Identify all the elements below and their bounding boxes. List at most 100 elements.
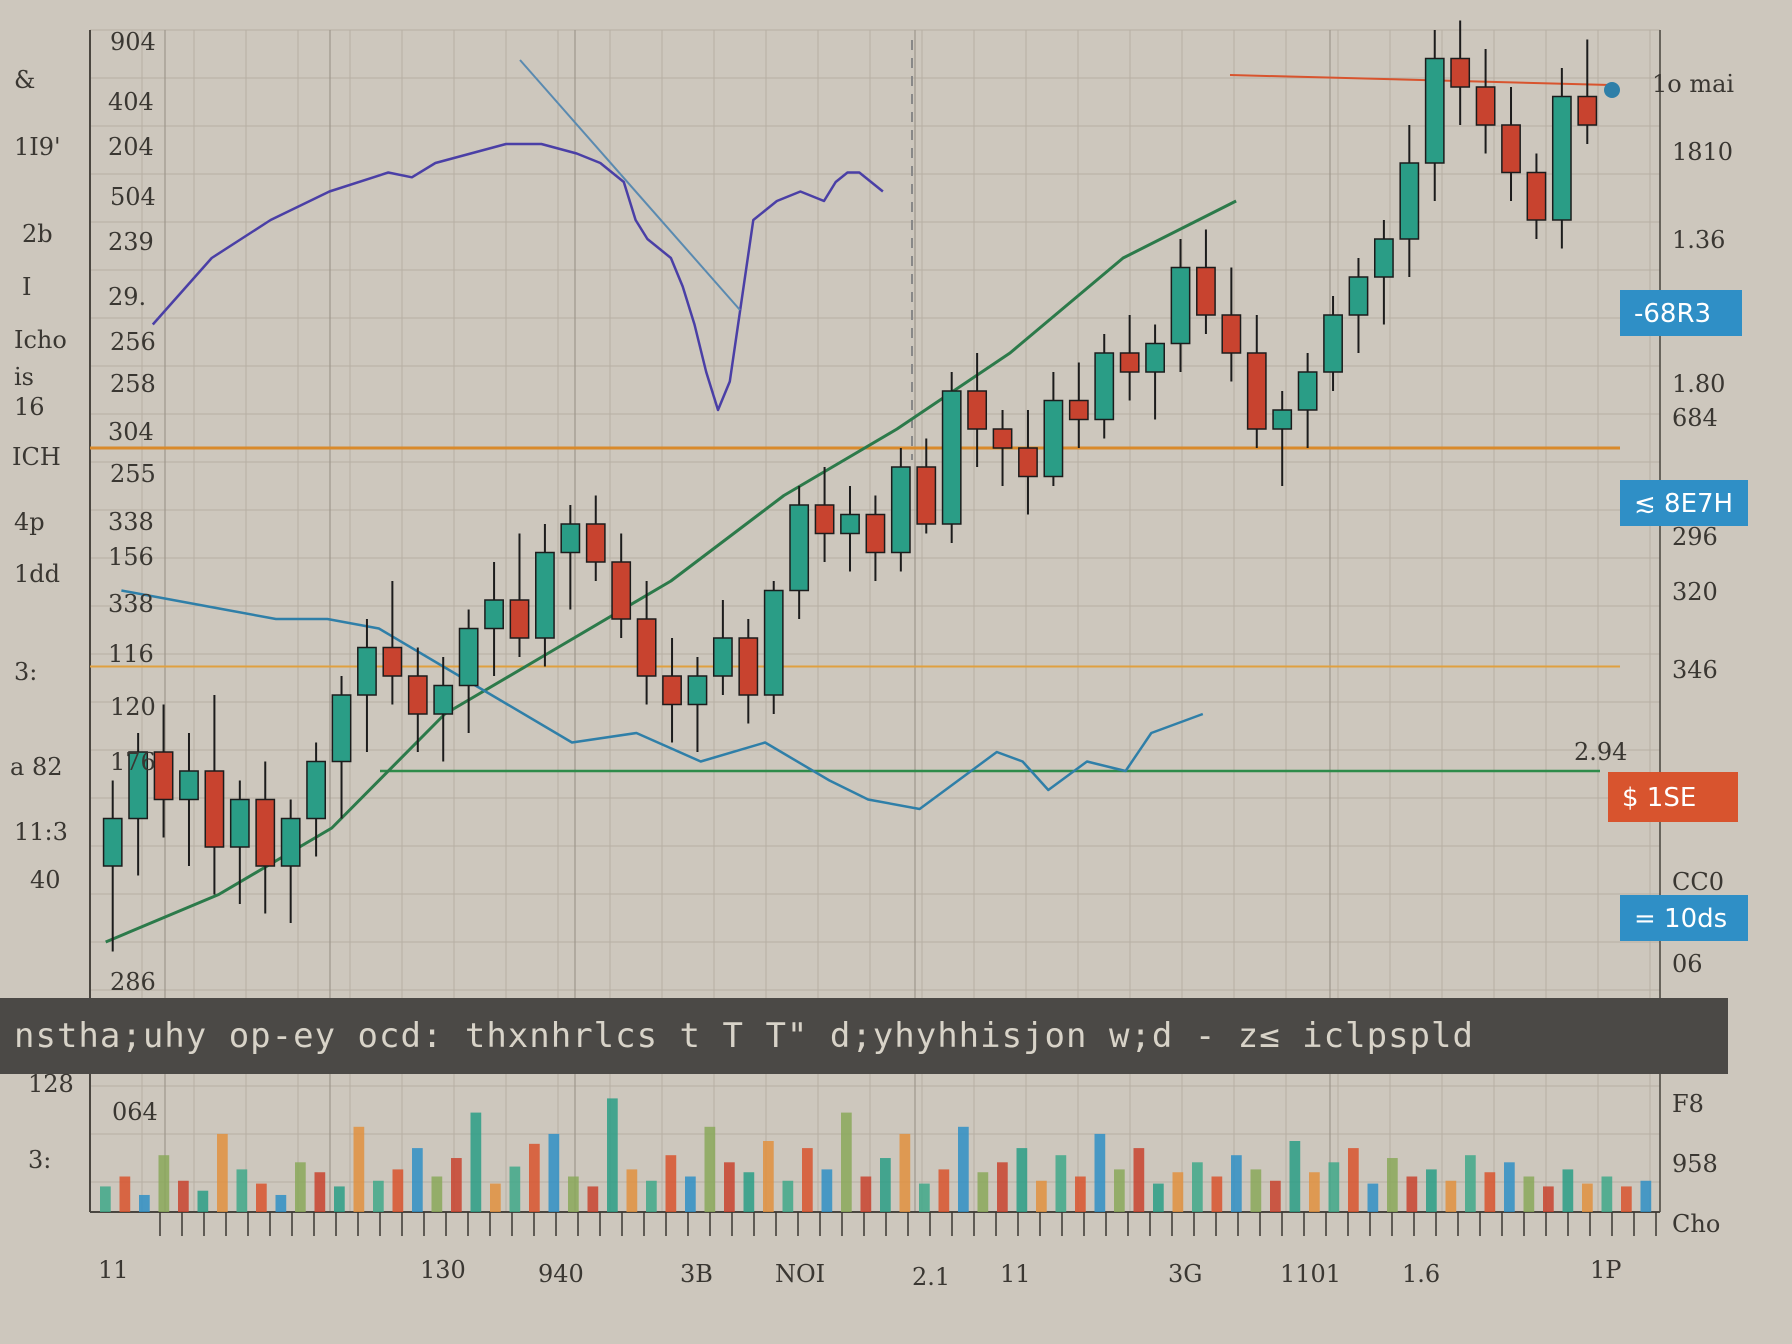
volume-bar (997, 1162, 1008, 1212)
candle-body (1450, 57, 1471, 88)
y-axis-inner-label: 504 (110, 183, 156, 211)
candle-body (1399, 162, 1420, 240)
right-tick-label: CC0 (1672, 868, 1724, 896)
left-tick-label: 3: (28, 1146, 51, 1174)
candle-body (1043, 399, 1064, 478)
volume-bar (275, 1194, 287, 1212)
candle-body (1501, 124, 1521, 174)
volume-bar (665, 1155, 677, 1212)
candle-body (102, 817, 123, 867)
candle-body (560, 523, 581, 554)
candle-body (916, 466, 937, 525)
candle-body (890, 466, 911, 554)
value-box-label: = 10ds (1634, 904, 1727, 934)
volume-bar (1640, 1180, 1652, 1212)
volume-bar (1036, 1180, 1047, 1212)
candle-body (1246, 352, 1267, 430)
volume-bar (821, 1169, 833, 1212)
candle-body (1068, 399, 1089, 421)
candle-body (255, 798, 276, 867)
x-tick-label: 3B (680, 1260, 713, 1288)
x-tick-label: NOI (775, 1260, 825, 1288)
volume-bar (178, 1180, 189, 1212)
volume-bar (977, 1172, 989, 1212)
volume-bar (1231, 1155, 1242, 1212)
x-tick-label: 1P (1590, 1256, 1621, 1284)
left-tick-label: 16 (14, 393, 45, 421)
candle-body (611, 561, 632, 620)
green-trend-line (105, 199, 1237, 944)
y-axis-inner-label: 29. (108, 283, 146, 311)
volume-bar (587, 1186, 599, 1212)
candles (102, 20, 1598, 952)
volume-bar (334, 1186, 345, 1212)
left-tick-label: 4p (14, 508, 45, 536)
left-tick-label: 1I9' (14, 133, 61, 161)
candle-body (941, 390, 962, 525)
left-tick-label: I (22, 273, 31, 301)
volume-bar (1426, 1169, 1437, 1212)
candle-body (331, 694, 352, 763)
volume-bar (548, 1133, 560, 1212)
y-axis-inner-label: 239 (108, 228, 154, 256)
candle-body (153, 751, 174, 801)
candle-body (1348, 276, 1369, 316)
left-tick-label: 40 (30, 866, 61, 894)
candle-body (585, 523, 606, 563)
volume-bar (568, 1176, 579, 1212)
volume-bar (1621, 1186, 1632, 1212)
candlestick-chart: nstha;uhy op-ey ocd: thxnhrlcs t T T" d;… (0, 0, 1792, 1344)
y-axis-inner-label: 120 (110, 693, 156, 721)
candle-body (789, 504, 810, 592)
candle-body (1196, 266, 1216, 316)
y-axis-inner-label: 338 (108, 508, 154, 536)
y-axis-inner-label: 286 (110, 968, 156, 996)
volume-bar (490, 1183, 501, 1212)
volume-bar (197, 1190, 209, 1212)
volume-bar (236, 1169, 248, 1212)
volume-bar (158, 1155, 170, 1212)
volume-bar (509, 1166, 521, 1212)
left-tick-label: 3: (14, 658, 37, 686)
candle-body (1297, 371, 1318, 411)
band-text: nstha;uhy op-ey ocd: thxnhrlcs t T T" d;… (14, 1016, 1474, 1056)
volume-bar (880, 1158, 891, 1212)
y-axis-inner-label: 156 (108, 543, 154, 571)
right-tick-label: 958 (1672, 1150, 1718, 1178)
volume-bar (1523, 1176, 1535, 1212)
volume-bar (607, 1098, 618, 1212)
volume-bar (1406, 1176, 1418, 1212)
candle-body (1094, 352, 1115, 421)
right-tick-label: 1.36 (1672, 226, 1725, 254)
candle-body (1475, 86, 1496, 126)
volume-bar (1133, 1148, 1145, 1212)
volume-bar (1601, 1176, 1613, 1212)
volume-bar (529, 1143, 540, 1212)
volume-bar (1172, 1172, 1184, 1212)
right-tick-label: F8 (1672, 1090, 1704, 1118)
y-axis-inner-label: 255 (110, 460, 156, 488)
candle-body (407, 675, 428, 715)
candle-body (662, 675, 682, 706)
volume-bar (1465, 1155, 1476, 1212)
volume-bar (1484, 1172, 1496, 1212)
candle-body (1145, 342, 1165, 373)
candle-body (1424, 57, 1445, 164)
blue-diagonal-line (519, 59, 741, 311)
x-tick-label: 1101 (1280, 1260, 1341, 1288)
left-tick-label: a 82 (10, 753, 62, 781)
y-axis-inner-label: 904 (110, 28, 156, 56)
right-tick-label: 684 (1672, 404, 1718, 432)
volume-bar (1289, 1141, 1301, 1212)
volume-bar (938, 1169, 950, 1212)
volume-bar (763, 1141, 774, 1212)
candle-body (179, 770, 199, 801)
volume-bar (860, 1176, 872, 1212)
volume-bar (1211, 1176, 1223, 1212)
x-tick-label: 11 (98, 1256, 129, 1284)
right-tick-label: 320 (1672, 578, 1718, 606)
volume-bar (724, 1162, 735, 1212)
left-tick-label: 1dd (14, 560, 60, 588)
marker-dot (1604, 82, 1620, 98)
y-axis-inner-label: 064 (112, 1098, 158, 1126)
